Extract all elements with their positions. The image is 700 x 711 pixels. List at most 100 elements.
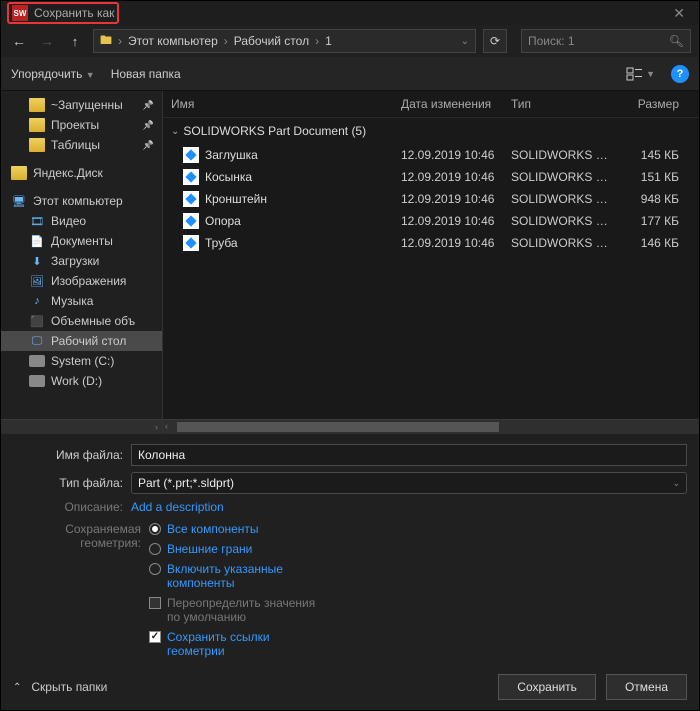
- sidebar-item[interactable]: 📄Документы: [1, 231, 162, 251]
- col-name[interactable]: Имя: [171, 97, 401, 111]
- path-segment[interactable]: Этот компьютер: [128, 34, 218, 48]
- refresh-button[interactable]: ⟳: [483, 29, 507, 53]
- filename-label: Имя файла:: [13, 448, 123, 462]
- opt-save-links[interactable]: Сохранить ссылки геометрии: [149, 630, 329, 658]
- file-list: Имя Дата изменения Тип Размер ⌄ SOLIDWOR…: [163, 91, 699, 433]
- app-icon: SW: [12, 5, 28, 21]
- sidebar-item[interactable]: 🖥Этот компьютер: [1, 191, 162, 211]
- filetype-select[interactable]: Part (*.prt;*.sldprt)⌄: [131, 472, 687, 494]
- sidebar-item-label: Проекты: [51, 118, 99, 132]
- file-type: SOLIDWORKS Part...: [511, 148, 615, 162]
- cancel-button[interactable]: Отмена: [606, 674, 687, 700]
- radio-icon: [149, 523, 161, 535]
- help-icon[interactable]: ?: [671, 65, 689, 83]
- sidebar-item[interactable]: Work (D:): [1, 371, 162, 391]
- file-icon: [183, 169, 199, 185]
- geometry-label: Сохраняемая геометрия:: [51, 522, 141, 658]
- file-type: SOLIDWORKS Part...: [511, 192, 615, 206]
- file-row[interactable]: Заглушка 12.09.2019 10:46SOLIDWORKS Part.…: [163, 144, 699, 166]
- file-row[interactable]: Кронштейн12.09.2019 10:46SOLIDWORKS Part…: [163, 188, 699, 210]
- checkbox-icon: [149, 631, 161, 643]
- sidebar-item-label: Видео: [51, 214, 86, 228]
- file-name: Косынка: [205, 170, 252, 184]
- col-type[interactable]: Тип: [511, 97, 615, 111]
- sidebar-item[interactable]: 🎞Видео: [1, 211, 162, 231]
- file-row[interactable]: Труба12.09.2019 10:46SOLIDWORKS Part...1…: [163, 232, 699, 254]
- save-button[interactable]: Сохранить: [498, 674, 596, 700]
- file-size: 151 КБ: [615, 170, 679, 184]
- column-headers[interactable]: Имя Дата изменения Тип Размер: [163, 91, 699, 118]
- toolbar: Упорядочить ▼ Новая папка ▼ ?: [1, 57, 699, 91]
- file-date: 12.09.2019 10:46: [401, 236, 511, 250]
- new-folder-button[interactable]: Новая папка: [111, 67, 181, 81]
- sidebar-item-label: ~Запущенны: [51, 98, 123, 112]
- search-icon: 🔍︎: [669, 34, 684, 48]
- file-date: 12.09.2019 10:46: [401, 192, 511, 206]
- search-input[interactable]: Поиск: 1 🔍︎: [521, 29, 691, 53]
- file-icon: [183, 235, 199, 251]
- navbar: ← → ↑ 🖿 › Этот компьютер › Рабочий стол …: [1, 25, 699, 57]
- hide-folders-button[interactable]: Скрыть папки: [31, 680, 107, 694]
- sidebar-item[interactable]: 🖼Изображения: [1, 271, 162, 291]
- organize-button[interactable]: Упорядочить ▼: [11, 67, 95, 81]
- file-date: 12.09.2019 10:46: [401, 170, 511, 184]
- opt-external-faces[interactable]: Внешние грани: [149, 542, 329, 556]
- col-date[interactable]: Дата изменения: [401, 97, 511, 111]
- folder-icon: 🖿: [100, 31, 112, 52]
- sidebar: ~Запущенны Проекты Таблицы Яндекс.Диск 🖥Этот…: [1, 91, 163, 433]
- description-link[interactable]: Add a description: [131, 500, 224, 514]
- sidebar-item-label: Яндекс.Диск: [33, 166, 103, 180]
- file-icon: [183, 213, 199, 229]
- window-title: Сохранить как: [34, 6, 114, 20]
- sidebar-item-label: Объемные объ: [51, 314, 135, 328]
- file-row[interactable]: Опора12.09.2019 10:46SOLIDWORKS Part...1…: [163, 210, 699, 232]
- sidebar-item[interactable]: System (C:): [1, 351, 162, 371]
- up-button[interactable]: ↑: [65, 34, 85, 49]
- breadcrumb[interactable]: 🖿 › Этот компьютер › Рабочий стол › 1 ⌄: [93, 29, 476, 53]
- file-name: Труба: [205, 236, 238, 250]
- titlebar: SW Сохранить как ✕: [1, 1, 699, 25]
- sidebar-item[interactable]: 🖵Рабочий стол: [1, 331, 162, 351]
- opt-all-components[interactable]: Все компоненты: [149, 522, 329, 536]
- col-size[interactable]: Размер: [615, 97, 679, 111]
- sidebar-item[interactable]: ⬛Объемные объ: [1, 311, 162, 331]
- file-date: 12.09.2019 10:46: [401, 214, 511, 228]
- form-area: Имя файла: Тип файла: Part (*.prt;*.sldp…: [1, 433, 699, 666]
- file-size: 145 КБ: [615, 148, 679, 162]
- sidebar-item[interactable]: Яндекс.Диск: [1, 163, 162, 183]
- file-row[interactable]: Косынка 12.09.2019 10:46SOLIDWORKS Part..…: [163, 166, 699, 188]
- chevron-down-icon: ⌄: [171, 126, 179, 137]
- view-button[interactable]: ▼: [626, 67, 655, 81]
- filename-input[interactable]: [131, 444, 687, 466]
- sidebar-item[interactable]: Таблицы: [1, 135, 162, 155]
- path-segment[interactable]: Рабочий стол: [234, 34, 309, 48]
- sidebar-item-label: Этот компьютер: [33, 194, 123, 208]
- opt-include-components[interactable]: Включить указанные компоненты: [149, 562, 329, 590]
- sidebar-item-label: Загрузки: [51, 254, 99, 268]
- forward-button[interactable]: →: [37, 33, 57, 49]
- file-date: 12.09.2019 10:46: [401, 148, 511, 162]
- file-type: SOLIDWORKS Part...: [511, 236, 615, 250]
- group-header[interactable]: ⌄ SOLIDWORKS Part Document (5): [163, 118, 699, 144]
- file-name: Заглушка: [205, 148, 258, 162]
- opt-override-defaults[interactable]: Переопределить значения по умолчанию: [149, 596, 329, 624]
- sidebar-item[interactable]: ⬇Загрузки: [1, 251, 162, 271]
- checkbox-icon: [149, 597, 161, 609]
- footer: ⌃ Скрыть папки Сохранить Отмена: [1, 666, 699, 710]
- sidebar-item-label: Документы: [51, 234, 113, 248]
- file-type: SOLIDWORKS Part...: [511, 170, 615, 184]
- sidebar-item-label: Изображения: [51, 274, 126, 288]
- h-scrollbar[interactable]: ‹: [163, 419, 699, 433]
- file-size: 948 КБ: [615, 192, 679, 206]
- file-icon: [183, 147, 199, 163]
- file-icon: [183, 191, 199, 207]
- sidebar-item[interactable]: ~Запущенны: [1, 95, 162, 115]
- back-button[interactable]: ←: [9, 33, 29, 49]
- path-segment[interactable]: 1: [325, 34, 332, 48]
- radio-icon: [149, 563, 161, 575]
- sidebar-item[interactable]: ♪Музыка: [1, 291, 162, 311]
- close-icon[interactable]: ✕: [665, 5, 693, 22]
- file-name: Опора: [205, 214, 241, 228]
- radio-icon: [149, 543, 161, 555]
- sidebar-item[interactable]: Проекты: [1, 115, 162, 135]
